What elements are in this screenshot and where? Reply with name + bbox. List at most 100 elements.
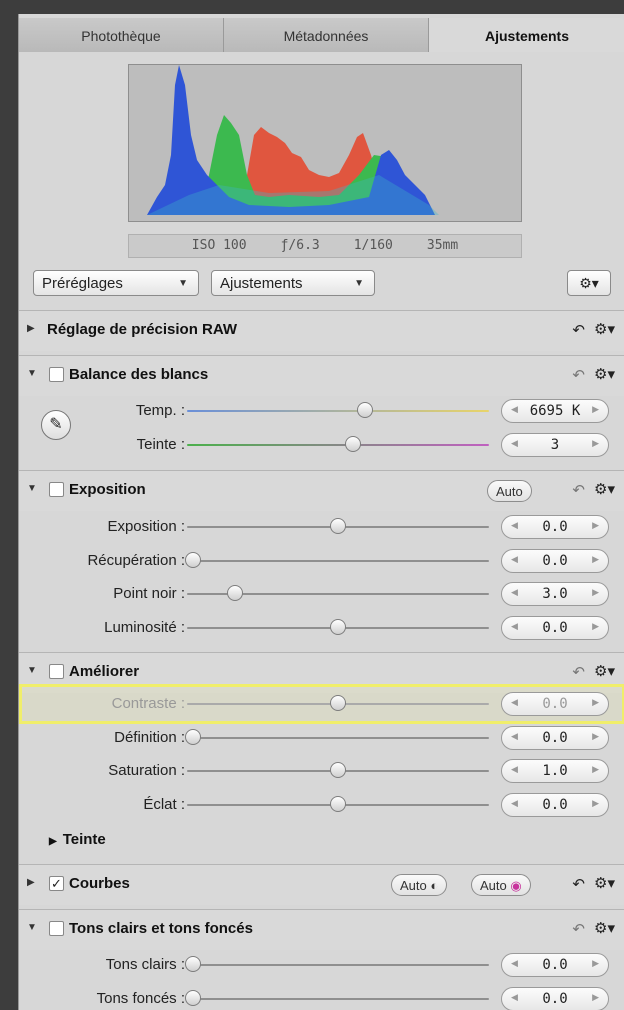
slider-thumb[interactable] [185, 956, 202, 972]
disclosure-triangle-icon[interactable]: ▶ [27, 877, 35, 888]
stepper-right-icon[interactable]: ▶ [592, 587, 599, 598]
slider-row: Éclat : ◀ 0.0 ▶ [19, 788, 624, 822]
white-balance-checkbox[interactable] [49, 367, 64, 382]
curves-checkbox[interactable]: ✓ [49, 876, 64, 891]
slider-label: Temp. : [135, 402, 185, 419]
disclosure-triangle-icon[interactable]: ▼ [27, 368, 37, 379]
undo-icon[interactable]: ↶ [572, 366, 585, 384]
slider-thumb[interactable] [227, 585, 244, 601]
slider-track[interactable] [187, 737, 489, 739]
stepper-right-icon[interactable]: ▶ [592, 520, 599, 531]
value-stepper[interactable]: ◀ 0.0 ▶ [501, 726, 609, 750]
adjustments-dropdown[interactable]: Ajustements ▼ [211, 270, 375, 296]
gear-icon: ⚙▾ [579, 275, 599, 291]
value-stepper[interactable]: ◀ 0.0 ▶ [501, 953, 609, 977]
undo-icon[interactable]: ↶ [572, 875, 585, 893]
slider-label: Récupération : [87, 552, 185, 569]
histogram [128, 64, 522, 222]
gear-icon[interactable]: ⚙▾ [594, 320, 615, 338]
slider-thumb[interactable] [185, 552, 202, 568]
slider-label: Définition : [114, 729, 185, 746]
exif-aperture: ƒ/6.3 [280, 238, 320, 253]
value-stepper[interactable]: ◀ 0.0 ▶ [501, 616, 609, 640]
slider-thumb[interactable] [330, 695, 346, 711]
stepper-right-icon[interactable]: ▶ [592, 992, 599, 1003]
tint-slider-thumb[interactable] [345, 436, 362, 452]
slider-thumb[interactable] [330, 762, 346, 778]
enhance-checkbox[interactable] [49, 664, 64, 679]
temp-slider-track[interactable] [187, 410, 489, 412]
slider-thumb[interactable] [185, 990, 202, 1006]
half-circle-icon: ◐ [430, 878, 439, 893]
undo-icon[interactable]: ↶ [572, 920, 585, 938]
stepper-right-icon[interactable]: ▶ [592, 798, 599, 809]
stepper-right-icon[interactable]: ▶ [592, 438, 599, 449]
undo-icon[interactable]: ↶ [572, 663, 585, 681]
gear-menu-button[interactable]: ⚙▾ [567, 270, 611, 296]
tab-library[interactable]: Photothèque [19, 18, 224, 52]
section-exposure: ▼ Exposition Auto ↶ ⚙▾ [19, 470, 624, 511]
section-title: Balance des blancs [69, 366, 209, 383]
value-stepper[interactable]: ◀ 0.0 ▶ [501, 515, 609, 539]
section-title: Courbes [69, 875, 130, 892]
gear-icon[interactable]: ⚙▾ [594, 365, 615, 383]
value-stepper[interactable]: ◀ 0.0 ▶ [501, 987, 609, 1010]
wb-tint-row: Teinte : ◀ 3 ▶ [19, 428, 624, 462]
disclosure-triangle-icon[interactable]: ▶ [27, 323, 35, 334]
slider-track[interactable] [187, 998, 489, 1000]
undo-icon[interactable]: ↶ [572, 481, 585, 499]
slider-row: Contraste : ◀ 0.0 ▶ [19, 687, 624, 721]
gear-icon[interactable]: ⚙▾ [594, 919, 615, 937]
presets-label: Préréglages [42, 275, 123, 292]
auto-luminance-button[interactable]: Auto ◐ [391, 874, 448, 896]
adjustments-panel: Photothèque Métadonnées Ajustements ISO … [18, 14, 624, 1010]
stepper-right-icon[interactable]: ▶ [592, 404, 599, 415]
slider-thumb[interactable] [330, 518, 346, 534]
value-stepper[interactable]: ◀ 0.0 ▶ [501, 793, 609, 817]
value-stepper[interactable]: ◀ 3.0 ▶ [501, 582, 609, 606]
temp-stepper[interactable]: ◀ 6695 K ▶ [501, 399, 609, 423]
temp-slider-thumb[interactable] [357, 402, 374, 418]
gear-icon[interactable]: ⚙▾ [594, 874, 615, 892]
stepper-right-icon[interactable]: ▶ [592, 731, 599, 742]
value-stepper[interactable]: ◀ 0.0 ▶ [501, 549, 609, 573]
slider-thumb[interactable] [330, 619, 346, 635]
slider-label: Tons foncés : [96, 990, 185, 1007]
disclosure-triangle-icon[interactable]: ▼ [27, 922, 37, 933]
slider-row: Tons clairs : ◀ 0.0 ▶ [19, 948, 624, 982]
section-raw-fine-tuning[interactable]: ▶ Réglage de précision RAW ↶ ⚙▾ [19, 310, 624, 351]
exposure-checkbox[interactable] [49, 482, 64, 497]
undo-icon[interactable]: ↶ [572, 321, 585, 339]
slider-label: Teinte : [136, 436, 185, 453]
presets-dropdown[interactable]: Préréglages ▼ [33, 270, 199, 296]
slider-thumb[interactable] [185, 729, 202, 745]
value-stepper[interactable]: ◀ 1.0 ▶ [501, 759, 609, 783]
disclosure-triangle-icon[interactable]: ▼ [27, 483, 37, 494]
stepper-right-icon[interactable]: ▶ [592, 697, 599, 708]
subsection-tint[interactable]: ▶ Teinte [49, 831, 106, 848]
auto-color-button[interactable]: Auto ◉ [471, 874, 531, 896]
tint-stepper[interactable]: ◀ 3 ▶ [501, 433, 609, 457]
stepper-right-icon[interactable]: ▶ [592, 958, 599, 969]
gear-icon[interactable]: ⚙▾ [594, 480, 615, 498]
shadows-highlights-checkbox[interactable] [49, 921, 64, 936]
disclosure-triangle-icon[interactable]: ▼ [27, 665, 37, 676]
exif-bar: ISO 100 ƒ/6.3 1/160 35mm [128, 234, 522, 258]
gear-icon[interactable]: ⚙▾ [594, 662, 615, 680]
stepper-right-icon[interactable]: ▶ [592, 764, 599, 775]
tab-metadata[interactable]: Métadonnées [224, 18, 429, 52]
slider-track[interactable] [187, 964, 489, 966]
section-shadows-highlights: ▼ Tons clairs et tons foncés ↶ ⚙▾ [19, 909, 624, 950]
slider-thumb[interactable] [330, 796, 346, 812]
slider-row: Définition : ◀ 0.0 ▶ [19, 721, 624, 755]
slider-track[interactable] [187, 560, 489, 562]
disclosure-triangle-icon[interactable]: ▶ [49, 836, 57, 847]
stepper-right-icon[interactable]: ▶ [592, 621, 599, 632]
auto-exposure-button[interactable]: Auto [487, 480, 532, 502]
tab-adjustments[interactable]: Ajustements [429, 18, 624, 52]
tint-slider-track[interactable] [187, 444, 489, 446]
value-stepper[interactable]: ◀ 0.0 ▶ [501, 692, 609, 716]
stepper-right-icon[interactable]: ▶ [592, 554, 599, 565]
auto-label: Auto [480, 878, 507, 893]
slider-row: Tons foncés : ◀ 0.0 ▶ [19, 982, 624, 1010]
